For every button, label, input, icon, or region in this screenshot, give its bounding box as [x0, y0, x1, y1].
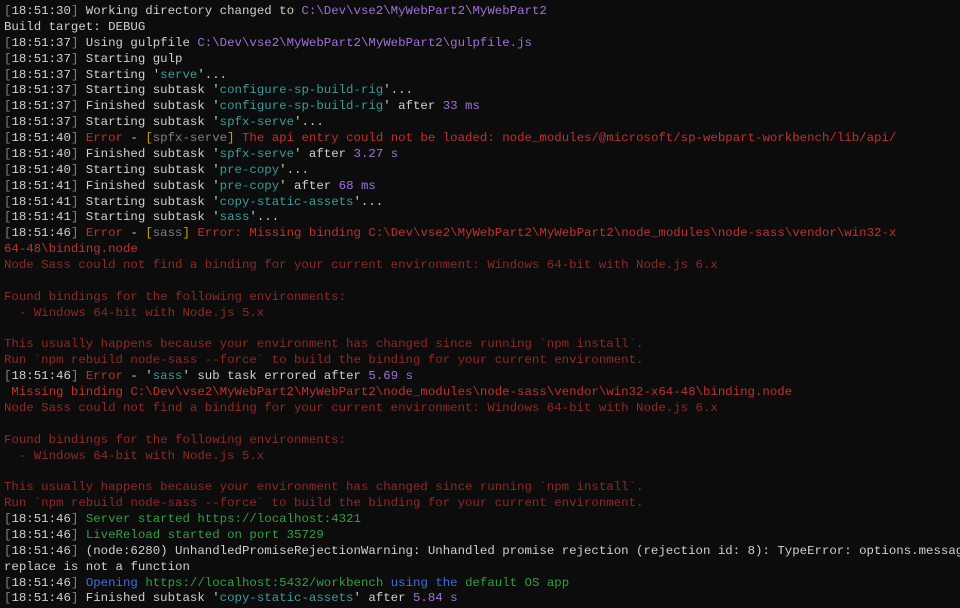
terminal-line: [18:51:37] Using gulpfile C:\Dev\vse2\My… — [4, 36, 956, 52]
terminal-line: [18:51:46] Error - 'sass' sub task error… — [4, 369, 956, 385]
terminal-line: Node Sass could not find a binding for y… — [4, 258, 956, 274]
terminal-line: - Windows 64-bit with Node.js 5.x — [4, 449, 956, 465]
terminal-line: [18:51:40] Finished subtask 'spfx-serve'… — [4, 147, 956, 163]
terminal-line: 64-48\binding.node — [4, 242, 956, 258]
terminal-line: Run `npm rebuild node-sass --force` to b… — [4, 353, 956, 369]
terminal-line: [18:51:46] Opening https://localhost:543… — [4, 576, 956, 592]
terminal-line: Run `npm rebuild node-sass --force` to b… — [4, 496, 956, 512]
terminal-line: [18:51:40] Starting subtask 'pre-copy'..… — [4, 163, 956, 179]
terminal-line: [18:51:37] Starting subtask 'configure-s… — [4, 83, 956, 99]
terminal-output[interactable]: [18:51:30] Working directory changed to … — [0, 0, 960, 608]
terminal-line: [18:51:30] Working directory changed to … — [4, 4, 956, 20]
terminal-line: - Windows 64-bit with Node.js 5.x — [4, 306, 956, 322]
terminal-line: [18:51:46] Finished subtask 'copy-static… — [4, 591, 956, 607]
terminal-line: This usually happens because your enviro… — [4, 480, 956, 496]
terminal-line: [18:51:37] Starting gulp — [4, 52, 956, 68]
terminal-line: Missing binding C:\Dev\vse2\MyWebPart2\M… — [4, 385, 956, 401]
terminal-line: Node Sass could not find a binding for y… — [4, 401, 956, 417]
terminal-line: [18:51:37] Starting subtask 'spfx-serve'… — [4, 115, 956, 131]
terminal-line: [18:51:37] Finished subtask 'configure-s… — [4, 99, 956, 115]
terminal-line: [18:51:46] (node:6280) UnhandledPromiseR… — [4, 544, 956, 560]
terminal-line: [18:51:41] Starting subtask 'sass'... — [4, 210, 956, 226]
terminal-line: [18:51:41] Finished subtask 'pre-copy' a… — [4, 179, 956, 195]
terminal-line — [4, 274, 956, 290]
terminal-line: [18:51:46] LiveReload started on port 35… — [4, 528, 956, 544]
terminal-line — [4, 464, 956, 480]
terminal-line: Build target: DEBUG — [4, 20, 956, 36]
terminal-line: [18:51:46] Server started https://localh… — [4, 512, 956, 528]
terminal-line: Found bindings for the following environ… — [4, 433, 956, 449]
terminal-line: [18:51:37] Starting 'serve'... — [4, 68, 956, 84]
terminal-line: replace is not a function — [4, 560, 956, 576]
terminal-line: This usually happens because your enviro… — [4, 337, 956, 353]
terminal-line — [4, 322, 956, 338]
terminal-line — [4, 417, 956, 433]
terminal-line: [18:51:41] Starting subtask 'copy-static… — [4, 195, 956, 211]
terminal-line: [18:51:40] Error - [spfx-serve] The api … — [4, 131, 956, 147]
terminal-line: [18:51:46] Error - [sass] Error: Missing… — [4, 226, 956, 242]
terminal-line: Found bindings for the following environ… — [4, 290, 956, 306]
